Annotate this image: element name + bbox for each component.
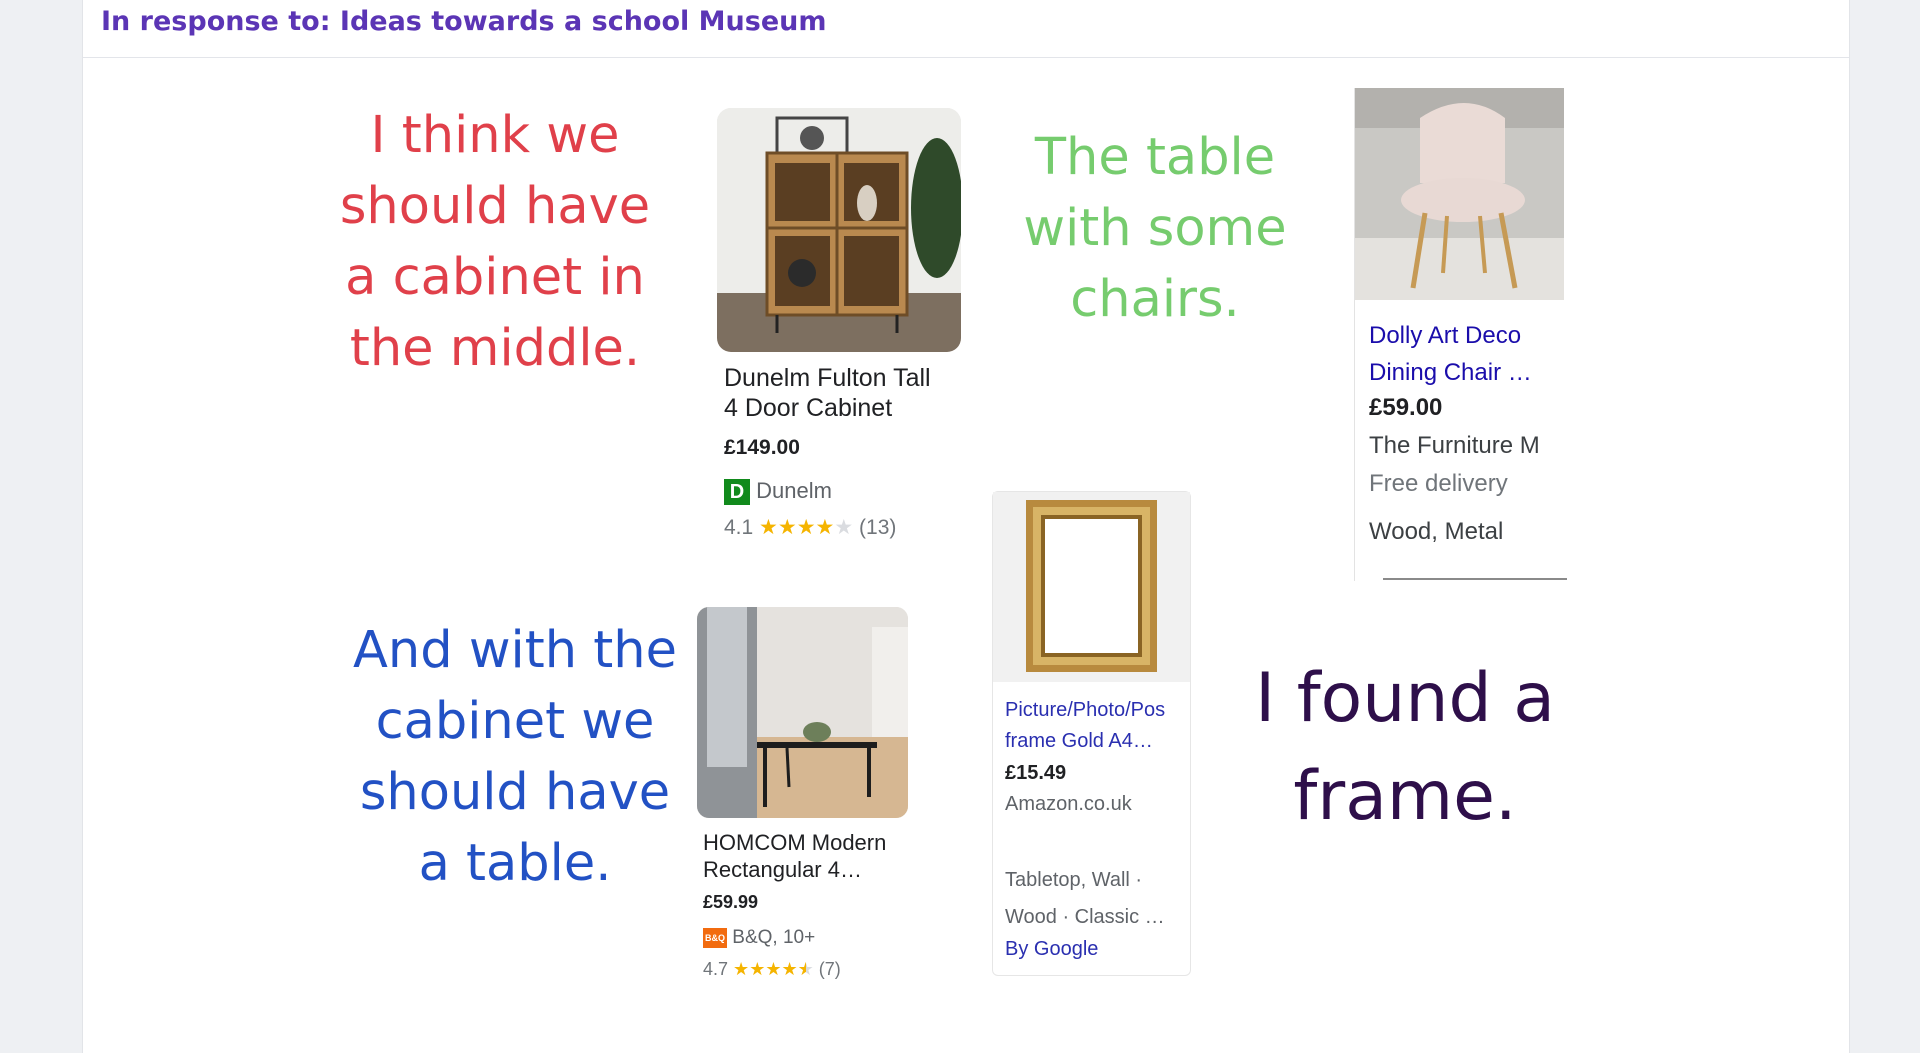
note-line: a table. (418, 834, 612, 893)
title-line: frame Gold A4… (1005, 730, 1153, 752)
note-line: with some (1023, 199, 1287, 258)
title-line: Dunelm Fulton Tall (724, 364, 931, 392)
title-line: 4 Door Cabinet (724, 394, 893, 422)
rating-value: 4.1 (724, 516, 754, 539)
table-title[interactable]: HOMCOM Modern Rectangular 4… (703, 829, 886, 883)
chair-divider (1383, 578, 1567, 580)
frame-photo (993, 492, 1190, 682)
note-line: And with the (353, 621, 677, 680)
table-rating: 4.7 ★★★★★ (7) (703, 959, 841, 980)
chair-store[interactable]: The Furniture M (1369, 432, 1547, 460)
frame-image[interactable] (993, 492, 1190, 682)
title-line: HOMCOM Modern (703, 830, 887, 855)
chair-delivery: Free delivery (1369, 470, 1508, 497)
store-name: Dunelm (756, 478, 832, 503)
note-cabinet: I think we should have a cabinet in the … (335, 100, 655, 384)
star-icon: ★ (733, 959, 750, 979)
note-frame: I found a frame. (1220, 650, 1590, 846)
table-image[interactable] (697, 607, 908, 818)
table-store[interactable]: B&Q B&Q, 10+ (703, 927, 815, 949)
store-name: B&Q, 10+ (732, 927, 816, 948)
note-line: a cabinet in (345, 248, 645, 307)
post-header: In response to: Ideas towards a school M… (83, 0, 1849, 58)
review-count: (13) (859, 516, 897, 539)
rating-value: 4.7 (703, 959, 729, 979)
store-logo-icon: B&Q (703, 927, 727, 948)
note-chairs: The table with some chairs. (1010, 122, 1300, 335)
store-logo-icon: D (724, 479, 750, 506)
star-icon: ★ (759, 516, 778, 539)
star-icon: ★ (781, 959, 798, 979)
note-line: should have (339, 177, 651, 236)
note-line: frame. (1293, 757, 1517, 836)
title-line: Rectangular 4… (703, 857, 862, 882)
frame-price: £15.49 (1005, 762, 1067, 784)
note-table: And with the cabinet we should have a ta… (345, 615, 685, 899)
star-icon: ★ (796, 516, 816, 539)
note-line: cabinet we (375, 692, 655, 751)
star-icon: ★ (815, 516, 835, 539)
cabinet-store[interactable]: D Dunelm (724, 478, 832, 506)
cabinet-image[interactable] (717, 108, 961, 352)
frame-details: Tabletop, Wall · Wood · Classic … (1005, 862, 1165, 936)
title-line: Dolly Art Deco (1369, 322, 1522, 349)
note-line: the middle. (349, 319, 641, 378)
chair-image[interactable] (1355, 88, 1564, 300)
star-icon: ★ (834, 516, 854, 539)
star-icon: ★ (749, 959, 766, 979)
review-count: (7) (818, 959, 841, 979)
title-line: Picture/Photo/Pos (1005, 699, 1166, 721)
note-line: chairs. (1070, 270, 1240, 329)
chair-title[interactable]: Dolly Art Deco Dining Chair … (1369, 317, 1532, 391)
cabinet-photo (717, 108, 961, 352)
detail-line: Wood · Classic … (1005, 906, 1165, 928)
cabinet-rating: 4.1 ★★★★★ (13) (724, 515, 896, 540)
frame-title[interactable]: Picture/Photo/Pos frame Gold A4… (1005, 695, 1165, 757)
detail-line: Tabletop, Wall · (1005, 869, 1143, 891)
note-line: I think we (370, 106, 620, 165)
star-icon: ★ (777, 516, 797, 539)
page-title[interactable]: In response to: Ideas towards a school M… (101, 6, 827, 37)
chair-price: £59.00 (1369, 394, 1443, 421)
table-price: £59.99 (703, 892, 759, 912)
note-line: I found a (1255, 659, 1555, 738)
note-line: should have (359, 763, 671, 822)
chair-material: Wood, Metal (1369, 518, 1504, 545)
cabinet-title[interactable]: Dunelm Fulton Tall 4 Door Cabinet (724, 363, 931, 423)
frame-by-google[interactable]: By Google (1005, 938, 1098, 961)
star-icon: ★ (765, 959, 782, 979)
title-line: Dining Chair … (1369, 359, 1532, 386)
half-star-icon: ★ (797, 959, 814, 979)
chair-photo (1355, 88, 1564, 300)
note-line: The table (1034, 128, 1276, 187)
frame-store[interactable]: Amazon.co.uk (1005, 793, 1132, 816)
cabinet-price: £149.00 (724, 436, 800, 459)
table-photo (697, 607, 908, 818)
